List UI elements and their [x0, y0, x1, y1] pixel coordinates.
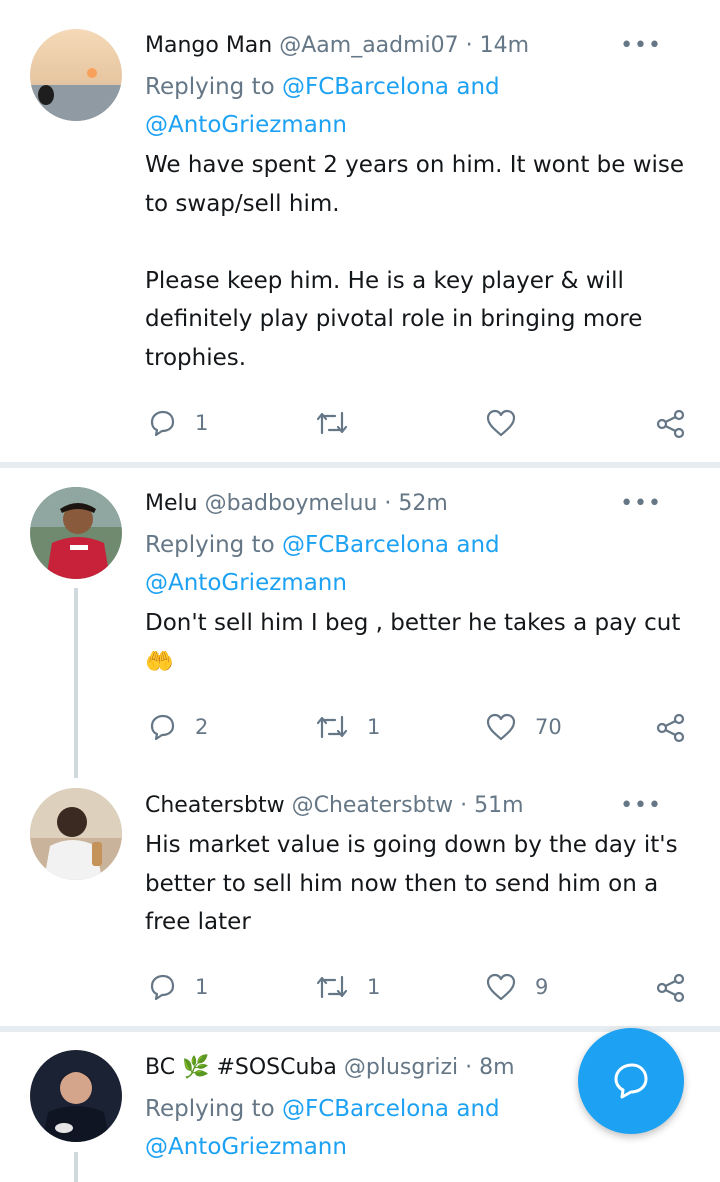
tweet-1[interactable]: Mango Man @Aam_aadmi07 · 14m ••• Replyin…	[0, 0, 720, 462]
like-count: 70	[535, 715, 562, 739]
user-handle[interactable]: @Aam_aadmi07	[279, 33, 458, 58]
retweet-button[interactable]	[315, 408, 367, 438]
dot-separator: ·	[384, 491, 392, 516]
reply-count: 1	[195, 411, 209, 435]
compose-reply-button[interactable]	[578, 1028, 684, 1134]
user-handle[interactable]: @Cheatersbtw	[292, 793, 454, 818]
share-icon	[656, 973, 685, 1003]
display-name[interactable]: Melu	[145, 491, 198, 516]
dot-separator: ·	[460, 793, 468, 818]
like-button[interactable]: 70	[485, 712, 562, 742]
user-handle[interactable]: @badboymeluu	[205, 491, 378, 516]
mention-and[interactable]: and	[456, 74, 499, 100]
share-button[interactable]	[655, 712, 687, 744]
replying-to: Replying to @FCBarcelona and @AntoGriezm…	[145, 526, 700, 602]
tweet-actions: 1	[145, 408, 690, 440]
mention-link[interactable]: @AntoGriezmann	[145, 570, 347, 596]
tweet-text: We have spent 2 years on him. It wont be…	[145, 152, 685, 371]
retweet-icon	[316, 975, 348, 999]
reply-icon	[150, 410, 175, 437]
tweet-2[interactable]: Melu @badboymeluu · 52m ••• Replying to …	[0, 468, 720, 778]
replying-prefix: Replying to	[145, 532, 275, 558]
like-count: 9	[535, 975, 549, 999]
like-icon	[486, 713, 516, 741]
mention-link[interactable]: @FCBarcelona	[282, 74, 449, 100]
avatar[interactable]	[30, 29, 122, 121]
avatar[interactable]	[30, 487, 122, 579]
more-icon[interactable]: •••	[620, 35, 662, 57]
retweet-count: 1	[367, 715, 381, 739]
tweet-header: Cheatersbtw @Cheatersbtw · 51m	[145, 790, 700, 822]
reply-button[interactable]: 2	[147, 712, 208, 742]
like-button[interactable]: 9	[485, 972, 548, 1002]
tweet-text: His market value is going down by the da…	[145, 832, 678, 935]
user-handle[interactable]: @plusgrizi	[344, 1055, 458, 1080]
reply-count: 2	[195, 715, 209, 739]
replying-to: Replying to @FCBarcelona and @AntoGriezm…	[145, 68, 700, 144]
mention-link[interactable]: @FCBarcelona	[282, 532, 449, 558]
reply-icon	[150, 714, 175, 741]
avatar[interactable]	[30, 1050, 122, 1142]
tweet-actions: 1 1 9	[145, 972, 690, 1004]
share-icon	[656, 409, 685, 439]
share-button[interactable]	[655, 408, 687, 440]
retweet-count: 1	[367, 975, 381, 999]
display-name[interactable]: Cheatersbtw	[145, 793, 285, 818]
mention-link[interactable]: @FCBarcelona	[282, 1096, 449, 1122]
like-icon	[486, 973, 516, 1001]
dot-separator: ·	[465, 1055, 473, 1080]
timestamp[interactable]: 52m	[398, 491, 447, 516]
retweet-button[interactable]: 1	[315, 972, 380, 1002]
mention-link[interactable]: @AntoGriezmann	[145, 112, 347, 138]
replying-prefix: Replying to	[145, 1096, 275, 1122]
tweet-actions: 2 1 70	[145, 712, 690, 744]
dot-separator: ·	[465, 33, 473, 58]
more-icon[interactable]: •••	[620, 493, 662, 515]
more-icon[interactable]: •••	[620, 795, 662, 817]
timestamp[interactable]: 14m	[480, 33, 529, 58]
retweet-icon	[316, 715, 348, 739]
tweet-text: Don't sell him I beg , better he takes a…	[145, 610, 681, 675]
mention-and[interactable]: and	[456, 532, 499, 558]
avatar[interactable]	[30, 788, 122, 880]
reply-icon	[150, 974, 175, 1001]
replying-prefix: Replying to	[145, 74, 275, 100]
retweet-button[interactable]: 1	[315, 712, 380, 742]
mention-link[interactable]: @AntoGriezmann	[145, 1134, 347, 1160]
reply-button[interactable]: 1	[147, 972, 208, 1002]
share-button[interactable]	[655, 972, 687, 1004]
tweet-3[interactable]: Cheatersbtw @Cheatersbtw · 51m ••• His m…	[0, 772, 720, 1024]
reply-count: 1	[195, 975, 209, 999]
compose-reply-icon	[614, 1063, 648, 1099]
tweet-header: Melu @badboymeluu · 52m	[145, 488, 700, 520]
tweet-header: Mango Man @Aam_aadmi07 · 14m	[145, 30, 700, 62]
mention-and[interactable]: and	[456, 1096, 499, 1122]
reply-button[interactable]: 1	[147, 408, 208, 438]
retweet-icon	[316, 411, 348, 435]
display-name[interactable]: BC 🌿 #SOSCuba	[145, 1055, 337, 1080]
display-name[interactable]: Mango Man	[145, 33, 272, 58]
like-button[interactable]	[485, 408, 535, 438]
timestamp[interactable]: 51m	[474, 793, 523, 818]
share-icon	[656, 713, 685, 743]
like-icon	[486, 409, 516, 437]
timestamp[interactable]: 8m	[479, 1055, 514, 1080]
thread-line	[74, 588, 78, 778]
